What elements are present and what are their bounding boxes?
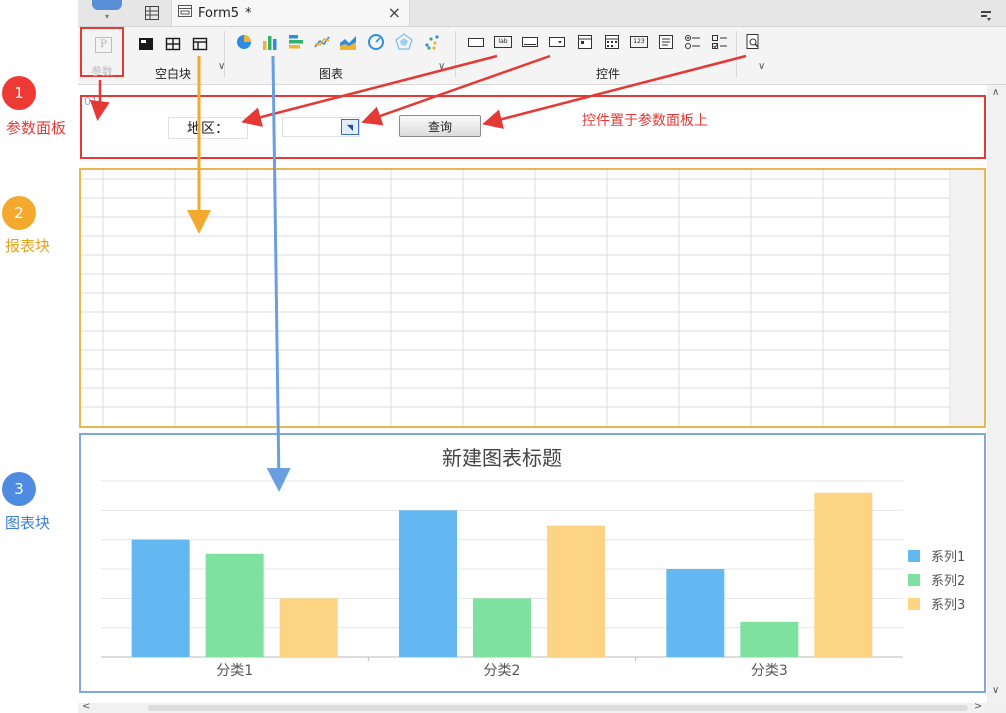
bar-3-3[interactable] [814, 492, 873, 657]
badge-2: 2 [2, 196, 36, 230]
label-param-panel: 参数面板 [6, 119, 67, 137]
scroll-thumb[interactable] [148, 705, 968, 711]
param-button[interactable]: P 参数 [80, 27, 124, 78]
tab-bar: ▾ Form5 * × [78, 0, 1006, 27]
report-margin [951, 170, 984, 426]
x-tick-label: 分类1 [216, 663, 253, 679]
group-label-chart: 图表 [319, 67, 344, 81]
line-chart-icon[interactable] [313, 33, 331, 51]
grid-layout-icon[interactable] [191, 35, 209, 53]
radio-group-icon[interactable] [684, 33, 702, 51]
absolute-layout-icon[interactable] [137, 35, 155, 53]
bar-3-2[interactable] [547, 525, 605, 657]
tab-layout-icon[interactable] [164, 35, 182, 53]
x-tick-label: 分类3 [751, 663, 788, 679]
grid-template-icon[interactable] [144, 5, 160, 25]
ribbon-toolbar: P 参数 空白块 ∨ 图表 ∨ lab 123 控件 ∨ [78, 27, 1006, 85]
bar-chart: 新建图表标题分类1 分类2 分类3 系列1 系列2 系列3 [101, 446, 965, 679]
button-widget-icon[interactable] [521, 33, 539, 51]
chart-title: 新建图表标题 [442, 446, 562, 470]
x-tick-label: 分类2 [484, 663, 521, 679]
group-label-blank: 空白块 [155, 67, 192, 81]
bar-2-2[interactable] [473, 598, 531, 657]
bar-2-1[interactable] [205, 553, 264, 657]
panel-tag: 01 [84, 95, 98, 108]
scroll-up-icon[interactable]: ∧ [992, 87, 999, 98]
bar-chart-icon[interactable] [261, 33, 279, 51]
report-grid [81, 170, 984, 426]
scroll-left-icon[interactable]: < [82, 701, 90, 712]
bar-3-1[interactable] [279, 598, 338, 657]
control-expand-icon[interactable]: ∨ [758, 61, 765, 72]
radar-chart-icon[interactable] [395, 33, 413, 51]
parameter-panel[interactable]: 01 地区： ◥ 查询 控件置于参数面板上 [80, 95, 986, 159]
search-icon[interactable] [92, 0, 122, 10]
bar-1-1[interactable] [131, 539, 190, 657]
area-chart-icon[interactable] [339, 33, 357, 51]
search-widget-icon[interactable] [744, 33, 762, 51]
report-block[interactable] [79, 168, 986, 428]
scroll-right-icon[interactable]: > [974, 701, 982, 712]
chart-block[interactable]: 新建图表标题分类1 分类2 分类3 系列1 系列2 系列3 [79, 433, 986, 693]
calendar-widget-icon[interactable] [603, 33, 621, 51]
text-field-icon[interactable] [467, 33, 485, 51]
number-field-icon[interactable]: 123 [630, 33, 648, 51]
dropdown-arrow-icon[interactable]: ◥ [341, 119, 359, 135]
tab-title: Form5 [198, 5, 240, 21]
bar-1-3[interactable] [666, 569, 725, 657]
text-area-icon[interactable] [657, 33, 675, 51]
chart-expand-icon[interactable]: ∨ [438, 61, 445, 72]
divider [455, 31, 456, 77]
date-picker-icon[interactable] [576, 33, 594, 51]
tab-form5[interactable]: Form5 * × [171, 0, 410, 26]
param-icon: P [95, 37, 112, 53]
bar-1-2[interactable] [399, 510, 457, 657]
legend-label[interactable]: 系列3 [931, 598, 965, 613]
legend-label[interactable]: 系列2 [931, 574, 965, 589]
label-report-block: 报表块 [5, 237, 51, 255]
gauge-chart-icon[interactable] [367, 33, 385, 51]
horizontal-scrollbar[interactable]: < > [78, 701, 987, 713]
bar-2-3[interactable] [740, 621, 799, 657]
param-label: 参数 [91, 65, 113, 78]
divider [224, 31, 225, 77]
designer-window: ▾ Form5 * × P 参数 空白块 ∨ 图表 ∨ lab 123 控件 ∨… [78, 0, 1006, 713]
label-chart-block: 图表块 [5, 514, 51, 532]
scatter-chart-icon[interactable] [423, 33, 441, 51]
control-note: 控件置于参数面板上 [582, 113, 708, 129]
form-icon [178, 4, 192, 22]
badge-1: 1 [2, 76, 36, 110]
panel-menu-icon[interactable] [980, 6, 992, 25]
legend-label[interactable]: 系列1 [931, 550, 965, 565]
close-icon[interactable]: × [388, 3, 401, 22]
pie-chart-icon[interactable] [235, 33, 253, 51]
scroll-down-icon[interactable]: ∨ [992, 685, 999, 696]
legend-swatch [908, 598, 920, 610]
legend-swatch [908, 574, 920, 586]
horizontal-bar-chart-icon[interactable] [287, 33, 305, 51]
design-canvas: 01 地区： ◥ 查询 控件置于参数面板上 新建图表标题分类1 分类2 分类3 系列1… [78, 85, 987, 703]
badge-3: 3 [2, 472, 36, 506]
tab-modified-mark: * [245, 5, 252, 21]
label-widget-icon[interactable]: lab [494, 33, 512, 51]
divider [736, 31, 737, 77]
group-label-control: 控件 [596, 67, 621, 81]
region-label-widget[interactable]: 地区： [168, 117, 248, 139]
query-button[interactable]: 查询 [399, 115, 481, 137]
vertical-scrollbar[interactable]: ∧ ∨ [987, 85, 1006, 703]
dropdown-arrow-icon[interactable]: ▾ [105, 12, 109, 21]
legend-swatch [908, 550, 920, 562]
region-combobox[interactable]: ◥ [282, 117, 360, 137]
checkbox-group-icon[interactable] [711, 33, 729, 51]
combobox-widget-icon[interactable] [548, 33, 566, 51]
